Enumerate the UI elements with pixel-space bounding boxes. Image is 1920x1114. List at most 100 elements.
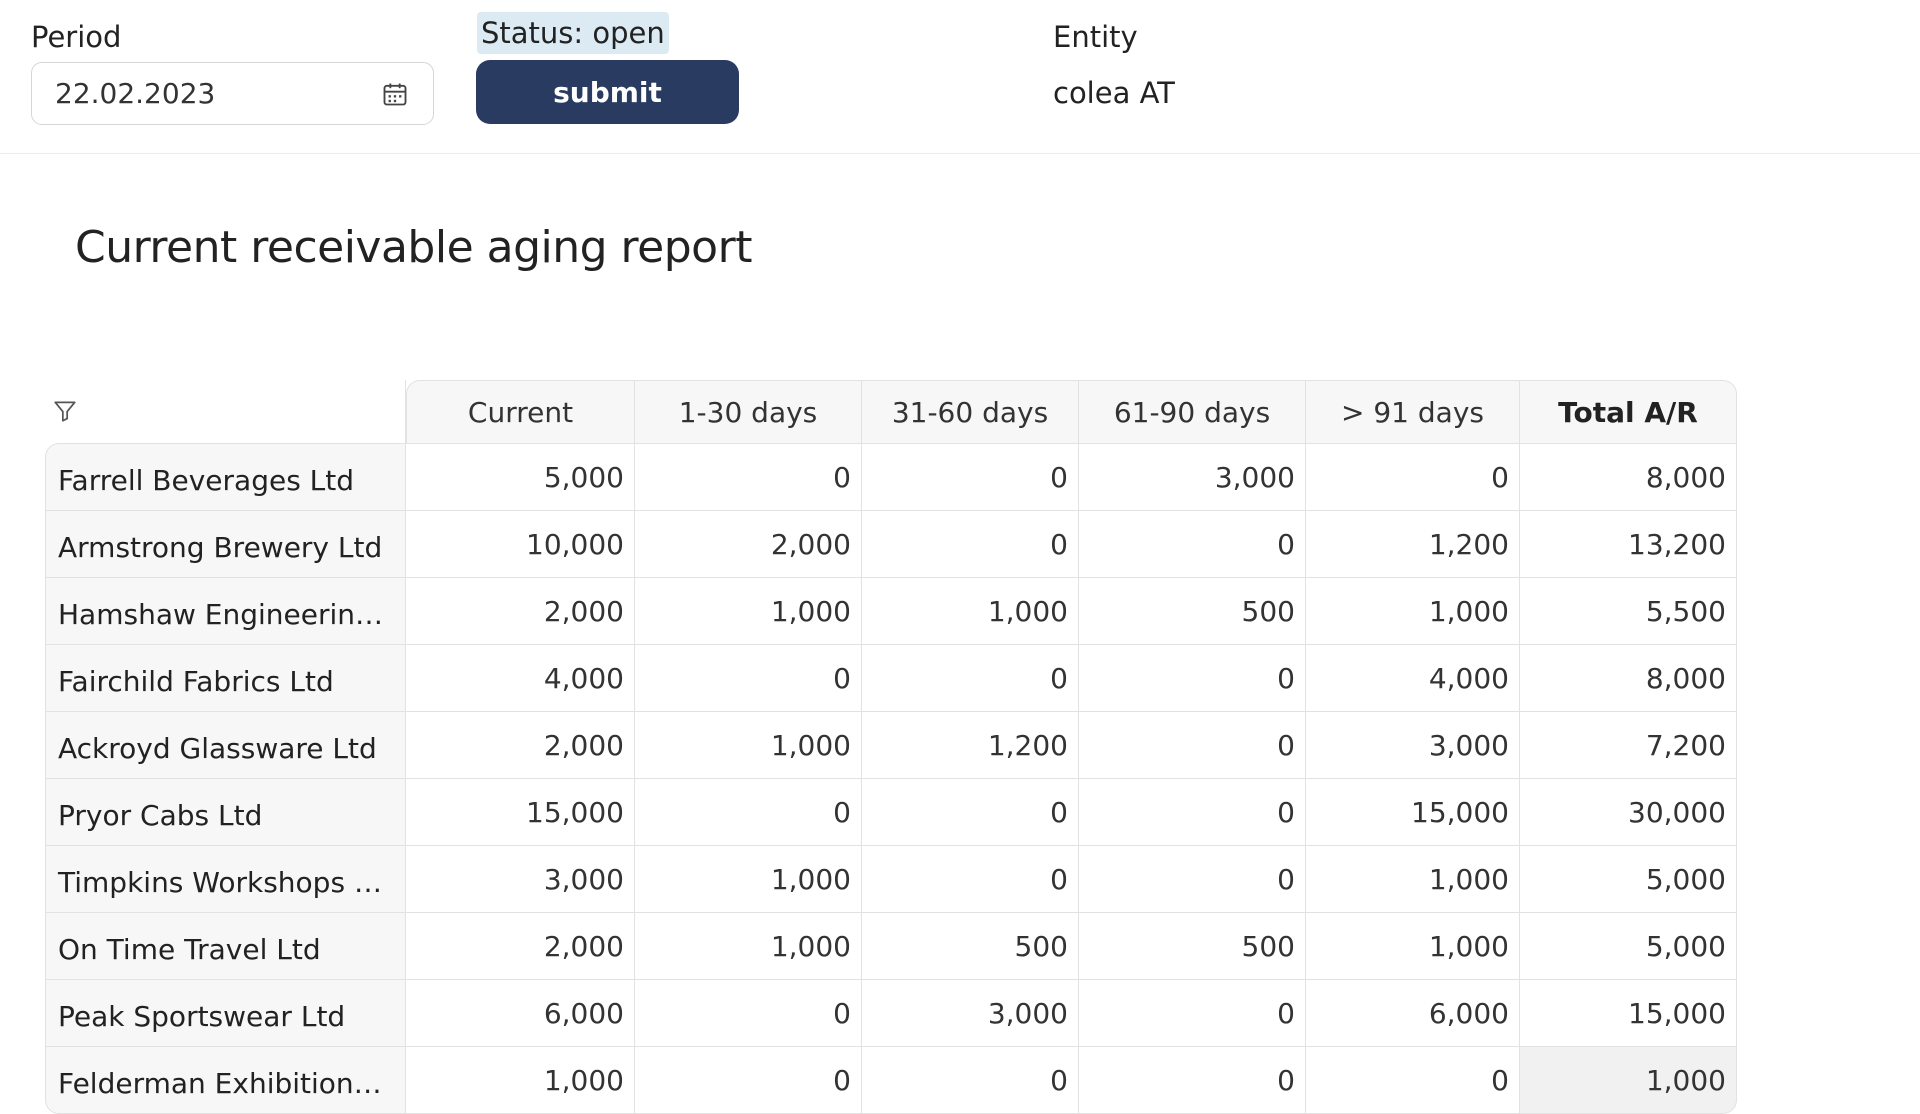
- cell-total-ar[interactable]: 8,000: [1520, 443, 1737, 510]
- cell-current[interactable]: 5,000: [406, 443, 635, 510]
- table-header-row: Current 1-30 days 31-60 days 61-90 days …: [45, 380, 1737, 443]
- customer-name-cell[interactable]: Peak Sportswear Ltd: [45, 979, 406, 1046]
- cell-over-91-days[interactable]: 3,000: [1306, 711, 1520, 778]
- customer-name-cell[interactable]: Armstrong Brewery Ltd: [45, 510, 406, 577]
- cell-31-60-days[interactable]: 0: [862, 443, 1079, 510]
- cell-over-91-days[interactable]: 0: [1306, 1046, 1520, 1114]
- cell-total-ar[interactable]: 15,000: [1520, 979, 1737, 1046]
- table-row: Farrell Beverages Ltd 5,000 0 0 3,000 0 8,000: [45, 443, 1737, 510]
- table-row: Ackroyd Glassware Ltd 2,000 1,000 1,200 0 3,0…: [45, 711, 1737, 778]
- customer-name-cell[interactable]: Felderman Exhibitions ...: [45, 1046, 406, 1114]
- cell-61-90-days[interactable]: 500: [1079, 577, 1306, 644]
- cell-61-90-days[interactable]: 0: [1079, 711, 1306, 778]
- cell-61-90-days[interactable]: 3,000: [1079, 443, 1306, 510]
- cell-over-91-days[interactable]: 15,000: [1306, 778, 1520, 845]
- cell-total-ar[interactable]: 5,500: [1520, 577, 1737, 644]
- customer-name-cell[interactable]: Fairchild Fabrics Ltd: [45, 644, 406, 711]
- filter-icon[interactable]: [52, 398, 78, 424]
- cell-61-90-days[interactable]: 500: [1079, 912, 1306, 979]
- cell-current[interactable]: 1,000: [406, 1046, 635, 1114]
- period-date-picker[interactable]: 22.02.2023: [31, 62, 434, 125]
- cell-1-30-days[interactable]: 0: [635, 979, 862, 1046]
- cell-current[interactable]: 2,000: [406, 577, 635, 644]
- cell-total-ar[interactable]: 30,000: [1520, 778, 1737, 845]
- header-corner: [45, 380, 406, 443]
- cell-61-90-days[interactable]: 0: [1079, 845, 1306, 912]
- aging-table: Current 1-30 days 31-60 days 61-90 days …: [45, 380, 1737, 1114]
- cell-31-60-days[interactable]: 1,000: [862, 577, 1079, 644]
- column-header-31-60-days[interactable]: 31-60 days: [862, 380, 1079, 443]
- table-row: Timpkins Workshops Ltd 3,000 1,000 0 0 1,000 5…: [45, 845, 1737, 912]
- cell-over-91-days[interactable]: 4,000: [1306, 644, 1520, 711]
- table-row: Felderman Exhibitions ... 1,000 0 0 0 0 1,000: [45, 1046, 1737, 1114]
- cell-31-60-days[interactable]: 0: [862, 510, 1079, 577]
- column-header-current[interactable]: Current: [406, 380, 635, 443]
- cell-current[interactable]: 4,000: [406, 644, 635, 711]
- cell-1-30-days[interactable]: 0: [635, 1046, 862, 1114]
- cell-1-30-days[interactable]: 1,000: [635, 711, 862, 778]
- cell-1-30-days[interactable]: 1,000: [635, 577, 862, 644]
- cell-31-60-days[interactable]: 0: [862, 644, 1079, 711]
- cell-31-60-days[interactable]: 0: [862, 778, 1079, 845]
- cell-1-30-days[interactable]: 0: [635, 443, 862, 510]
- table-row: On Time Travel Ltd 2,000 1,000 500 500 1,000 5…: [45, 912, 1737, 979]
- cell-over-91-days[interactable]: 1,200: [1306, 510, 1520, 577]
- cell-31-60-days[interactable]: 1,200: [862, 711, 1079, 778]
- cell-over-91-days[interactable]: 1,000: [1306, 912, 1520, 979]
- table-row: Peak Sportswear Ltd 6,000 0 3,000 0 6,000 15,0…: [45, 979, 1737, 1046]
- cell-current[interactable]: 2,000: [406, 912, 635, 979]
- customer-name-cell[interactable]: On Time Travel Ltd: [45, 912, 406, 979]
- cell-31-60-days[interactable]: 3,000: [862, 979, 1079, 1046]
- cell-total-ar[interactable]: 13,200: [1520, 510, 1737, 577]
- customer-name-cell[interactable]: Hamshaw Engineering ...: [45, 577, 406, 644]
- column-header-over-91-days[interactable]: > 91 days: [1306, 380, 1520, 443]
- table-row: Hamshaw Engineering ... 2,000 1,000 1,000 50…: [45, 577, 1737, 644]
- cell-total-ar[interactable]: 5,000: [1520, 845, 1737, 912]
- cell-current[interactable]: 15,000: [406, 778, 635, 845]
- cell-1-30-days[interactable]: 2,000: [635, 510, 862, 577]
- cell-1-30-days[interactable]: 1,000: [635, 912, 862, 979]
- cell-1-30-days[interactable]: 0: [635, 644, 862, 711]
- cell-over-91-days[interactable]: 0: [1306, 443, 1520, 510]
- cell-current[interactable]: 6,000: [406, 979, 635, 1046]
- entity-value: colea AT: [1053, 76, 1175, 110]
- report-title: Current receivable aging report: [75, 222, 752, 273]
- submit-button[interactable]: submit: [476, 60, 739, 124]
- cell-total-ar[interactable]: 1,000: [1520, 1046, 1737, 1114]
- cell-total-ar[interactable]: 5,000: [1520, 912, 1737, 979]
- table-row: Armstrong Brewery Ltd 10,000 2,000 0 0 1,200 1…: [45, 510, 1737, 577]
- cell-61-90-days[interactable]: 0: [1079, 644, 1306, 711]
- calendar-icon[interactable]: [381, 80, 409, 108]
- cell-31-60-days[interactable]: 0: [862, 1046, 1079, 1114]
- cell-total-ar[interactable]: 7,200: [1520, 711, 1737, 778]
- cell-1-30-days[interactable]: 1,000: [635, 845, 862, 912]
- status-badge: Status: open: [477, 12, 669, 54]
- cell-current[interactable]: 10,000: [406, 510, 635, 577]
- customer-name-cell[interactable]: Farrell Beverages Ltd: [45, 443, 406, 510]
- customer-name-cell[interactable]: Pryor Cabs Ltd: [45, 778, 406, 845]
- cell-61-90-days[interactable]: 0: [1079, 510, 1306, 577]
- cell-61-90-days[interactable]: 0: [1079, 1046, 1306, 1114]
- cell-total-ar[interactable]: 8,000: [1520, 644, 1737, 711]
- top-toolbar: Period 22.02.2023 Status: open submit En…: [0, 0, 1920, 154]
- period-date-value[interactable]: 22.02.2023: [55, 77, 215, 110]
- table-row: Pryor Cabs Ltd 15,000 0 0 0 15,000 30,000: [45, 778, 1737, 845]
- aging-report-grid: Current 1-30 days 31-60 days 61-90 days …: [45, 380, 1737, 1114]
- cell-over-91-days[interactable]: 1,000: [1306, 845, 1520, 912]
- cell-over-91-days[interactable]: 1,000: [1306, 577, 1520, 644]
- cell-1-30-days[interactable]: 0: [635, 778, 862, 845]
- entity-label: Entity: [1053, 20, 1138, 54]
- cell-current[interactable]: 3,000: [406, 845, 635, 912]
- column-header-1-30-days[interactable]: 1-30 days: [635, 380, 862, 443]
- cell-over-91-days[interactable]: 6,000: [1306, 979, 1520, 1046]
- column-header-61-90-days[interactable]: 61-90 days: [1079, 380, 1306, 443]
- cell-31-60-days[interactable]: 500: [862, 912, 1079, 979]
- table-row: Fairchild Fabrics Ltd 4,000 0 0 0 4,000 8,000: [45, 644, 1737, 711]
- cell-current[interactable]: 2,000: [406, 711, 635, 778]
- column-header-total-ar[interactable]: Total A/R: [1520, 380, 1737, 443]
- cell-61-90-days[interactable]: 0: [1079, 778, 1306, 845]
- customer-name-cell[interactable]: Ackroyd Glassware Ltd: [45, 711, 406, 778]
- cell-31-60-days[interactable]: 0: [862, 845, 1079, 912]
- cell-61-90-days[interactable]: 0: [1079, 979, 1306, 1046]
- customer-name-cell[interactable]: Timpkins Workshops Ltd: [45, 845, 406, 912]
